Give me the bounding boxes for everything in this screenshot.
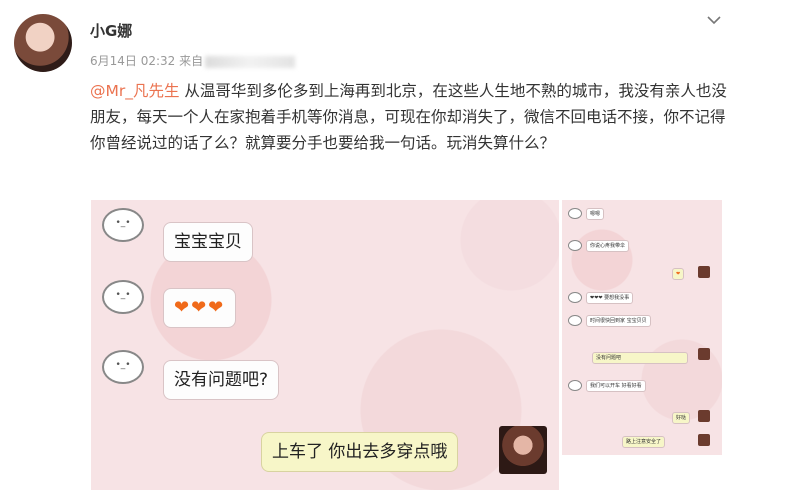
post-body: 从温哥华到多伦多到上海再到北京，在这些人生地不熟的城市，我没有亲人也没朋友，每天…: [90, 82, 727, 152]
contact-avatar: [568, 315, 582, 326]
sender-photo: [499, 426, 547, 474]
contact-avatar: •_•: [101, 350, 145, 394]
contact-avatar: •_•: [101, 280, 145, 324]
sender-photo: [698, 410, 710, 422]
chat-screenshot-large[interactable]: •_• 宝宝宝贝 •_• ❤❤❤ •_• 没有问题吧? 上车了 你出去多穿点哦: [91, 200, 559, 490]
sender-photo: [698, 434, 710, 446]
user-avatar[interactable]: [14, 14, 72, 72]
contact-avatar: [568, 208, 582, 219]
sender-photo: [698, 266, 710, 278]
chat-bubble-hearts: ❤❤❤: [163, 288, 237, 328]
mini-bubble-reply: 没有问题吧: [592, 352, 688, 364]
chat-bubble: 没有问题吧?: [163, 360, 280, 400]
contact-avatar: •_•: [101, 208, 145, 252]
sender-photo: [698, 348, 710, 360]
username[interactable]: 小G娜: [90, 20, 132, 41]
post-date[interactable]: 6月14日 02:32 来自: [90, 54, 203, 68]
mini-bubble: ❤❤❤ 要想我没事: [586, 292, 634, 304]
chat-screenshot-small[interactable]: 嗯嗯 你说心疼我带伞 ❤ ❤❤❤ 要想我没事 时间很快回到家 宝宝贝贝 没有问题…: [562, 200, 722, 455]
chat-bubble-reply: 上车了 你出去多穿点哦: [261, 432, 459, 472]
contact-avatar: [568, 292, 582, 303]
contact-avatar: [568, 380, 582, 391]
mini-bubble-heart: ❤: [672, 268, 685, 280]
mini-bubble: 你说心疼我带伞: [586, 240, 630, 252]
hearts-text: ❤❤❤: [174, 297, 226, 318]
mention-link[interactable]: @Mr_凡先生: [90, 82, 180, 100]
chevron-down-icon[interactable]: [706, 10, 722, 29]
mini-bubble: 我们可以开车 好看好看: [586, 380, 646, 392]
post-meta: 6月14日 02:32 来自: [90, 52, 296, 69]
mini-bubble-reply: 好哒: [672, 412, 691, 424]
contact-avatar: [568, 240, 582, 251]
mini-bubble: 嗯嗯: [586, 208, 605, 220]
blurred-source: [205, 55, 296, 68]
mini-bubble-reply: 路上注意安全了: [622, 436, 666, 448]
mini-bubble: 时间很快回到家 宝宝贝贝: [586, 315, 651, 327]
chat-bubble: 宝宝宝贝: [163, 222, 253, 262]
post-text: @Mr_凡先生 从温哥华到多伦多到上海再到北京，在这些人生地不熟的城市，我没有亲…: [90, 78, 730, 156]
